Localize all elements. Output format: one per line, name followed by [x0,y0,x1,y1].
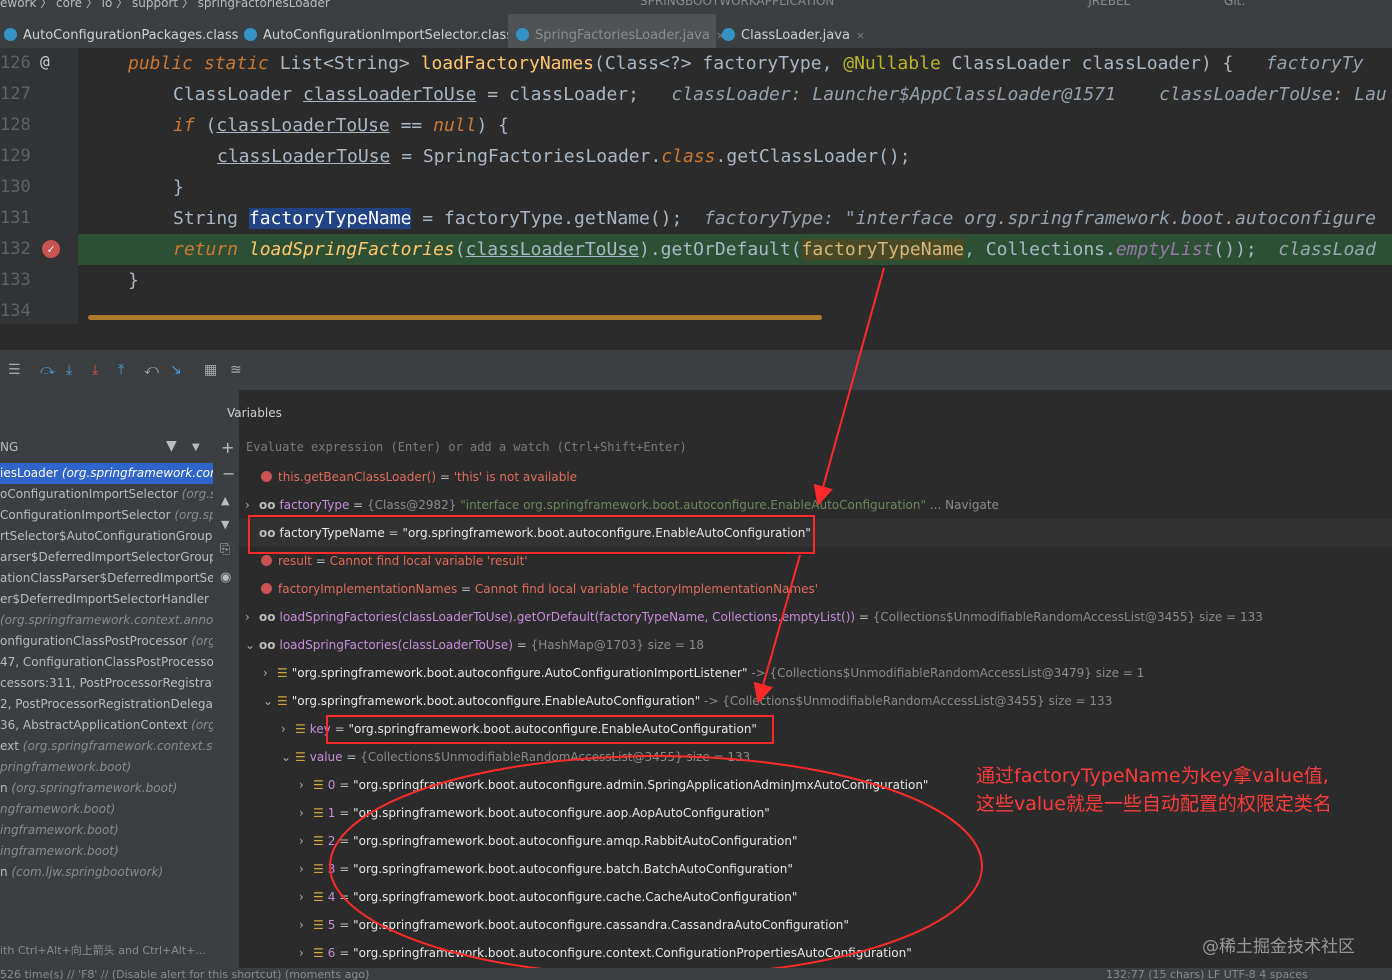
highlight-ellipse [329,755,983,977]
annotation-arrow [753,554,801,704]
annotation-text: 通过factoryTypeName为key拿value值, [976,765,1329,787]
annotation-text: 这些value就是一些自动配置的权限定类名 [976,793,1332,815]
annotation-arrow [813,267,885,506]
status-message: 526 time(s) // 'F8' // (Disable alert fo… [0,968,370,980]
annotation-overlay [329,267,983,977]
watermark: @稀土掘金技术社区 [1202,937,1355,957]
cursor-position[interactable]: 132:77 (15 chars) LF UTF-8 4 spaces [1106,968,1308,980]
status-bar: 526 time(s) // 'F8' // (Disable alert fo… [0,968,1392,980]
